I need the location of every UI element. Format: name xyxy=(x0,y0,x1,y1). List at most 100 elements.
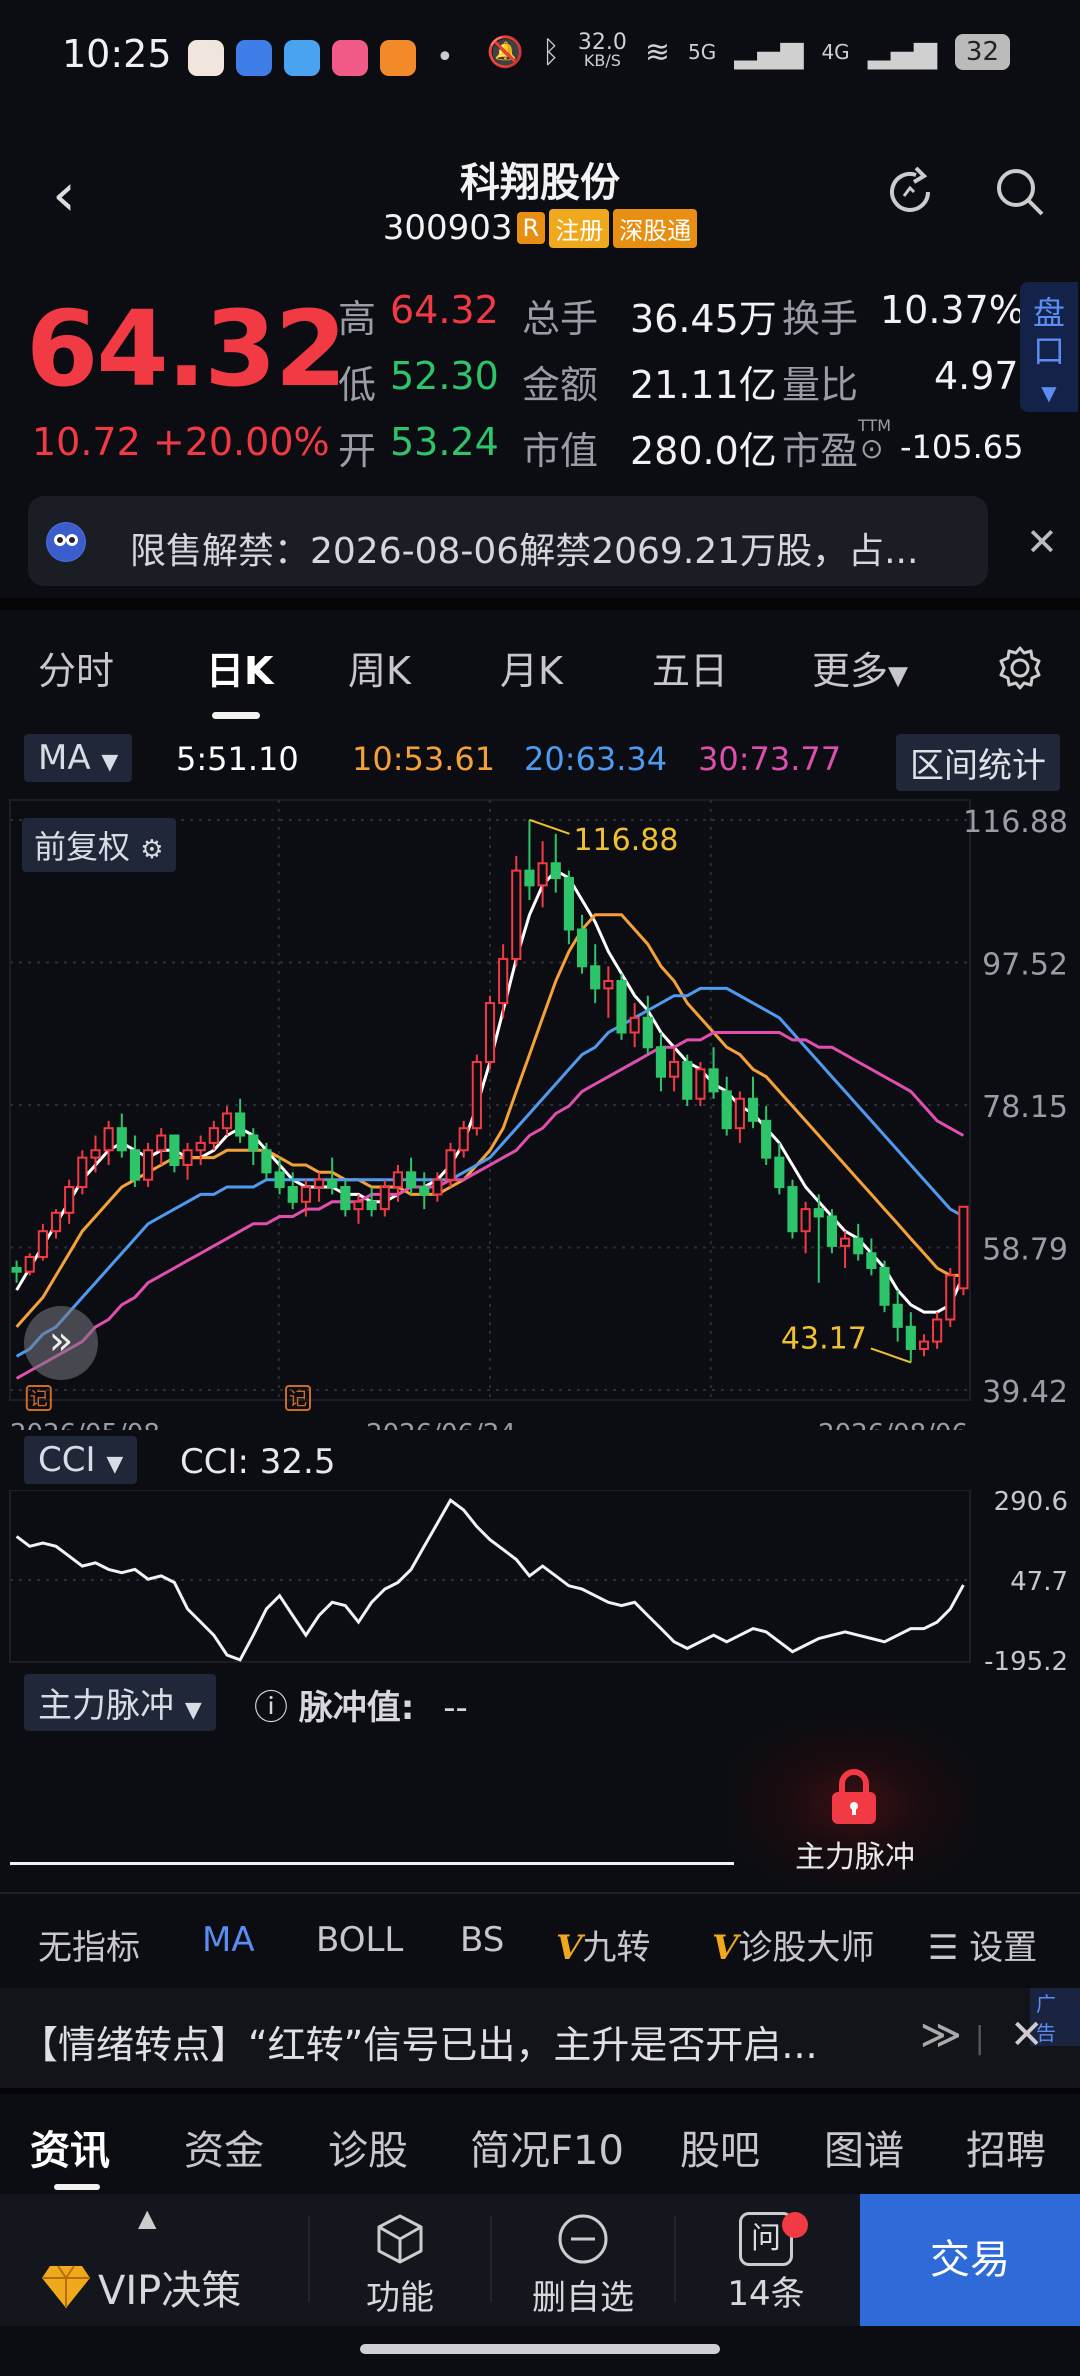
tag-register: 注册 xyxy=(549,208,610,248)
ma-selector[interactable]: MA ▼ xyxy=(24,734,133,782)
mcap-label: 市值 xyxy=(522,429,599,473)
info-icon[interactable]: ⓘ xyxy=(254,1688,288,1728)
range-stats-button[interactable]: 区间统计 xyxy=(896,734,1060,791)
tab-month-k[interactable]: 月K xyxy=(500,640,563,695)
tab-week-k[interactable]: 周K xyxy=(348,640,411,695)
tab-forum[interactable]: 股吧 xyxy=(680,2118,760,2176)
cci-selector[interactable]: CCI ▼ xyxy=(24,1436,138,1484)
x-label-end: 2026/08/06 xyxy=(818,1419,968,1430)
candle xyxy=(37,1223,48,1261)
gear-icon[interactable] xyxy=(996,644,1044,692)
remove-watchlist-button[interactable]: 删自选 xyxy=(528,2212,638,2319)
candle xyxy=(576,914,588,974)
candle xyxy=(629,1003,640,1048)
candle-body xyxy=(143,1149,154,1181)
candle xyxy=(747,1076,759,1129)
volume-ratio-value: 4.97 xyxy=(934,354,1019,398)
ma20-value: 20:63.34 xyxy=(524,740,668,778)
ind-settings[interactable]: ☰ 设置 xyxy=(928,1920,1037,1969)
marker-label: 记 xyxy=(289,1389,307,1410)
candle-body xyxy=(129,1149,141,1181)
ind-bs[interactable]: BS xyxy=(460,1920,504,1960)
candle-body xyxy=(77,1156,88,1189)
candle-body xyxy=(590,965,601,990)
candle-body xyxy=(327,1178,338,1189)
close-icon[interactable]: ✕ xyxy=(1026,520,1058,564)
candle-body xyxy=(156,1134,167,1152)
candle-body xyxy=(576,928,588,968)
candle xyxy=(866,1238,877,1276)
pulse-selector[interactable]: 主力脉冲 ▼ xyxy=(24,1674,216,1731)
ind-jiuzhuan[interactable]: V九转 xyxy=(556,1920,650,1969)
refresh-icon[interactable] xyxy=(880,162,940,222)
tab-diagnose[interactable]: 诊股 xyxy=(328,2118,408,2176)
chevron-up-icon[interactable]: ▲ xyxy=(138,2204,156,2232)
candle xyxy=(879,1260,890,1313)
divider xyxy=(674,2216,676,2302)
ind-none[interactable]: 无指标 xyxy=(38,1920,140,1969)
pe-info-icon[interactable]: ⊙ xyxy=(860,432,883,465)
tab-funds[interactable]: 资金 xyxy=(184,2118,264,2176)
candle-body xyxy=(537,862,548,887)
amount-label: 金额 xyxy=(522,363,599,407)
cci-tick-label: 47.7 xyxy=(1010,1567,1068,1597)
expand-icon[interactable]: » xyxy=(24,1306,98,1380)
candle-body xyxy=(103,1127,114,1152)
tab-f10[interactable]: 简况F10 xyxy=(470,2118,624,2176)
min-label: 43.17 xyxy=(781,1321,867,1356)
tab-news[interactable]: 资讯 xyxy=(30,2118,110,2176)
search-icon[interactable] xyxy=(990,162,1050,222)
marker-label: 记 xyxy=(30,1389,48,1410)
candle xyxy=(853,1223,864,1261)
candle xyxy=(800,1201,811,1254)
ind-ma[interactable]: MA xyxy=(202,1920,255,1960)
vip-button[interactable]: VIP决策 xyxy=(40,2258,241,2316)
candle-body xyxy=(287,1186,298,1203)
candle-body xyxy=(839,1237,851,1247)
pankou-tab[interactable]: 盘口 ▼ xyxy=(1020,282,1078,412)
more-dot-icon: • xyxy=(436,40,454,75)
candle-body xyxy=(379,1186,390,1211)
net-speed: 32.0 KB/S xyxy=(577,30,627,70)
candle-body xyxy=(313,1178,325,1189)
tab-five-day[interactable]: 五日 xyxy=(652,640,728,695)
candle xyxy=(64,1179,75,1224)
settings-list-icon: ☰ xyxy=(928,1928,959,1968)
candle xyxy=(839,1231,851,1268)
candle xyxy=(695,1061,706,1107)
fuquan-selector[interactable]: 前复权 ⚙ xyxy=(22,818,176,872)
tab-day-k[interactable]: 日K xyxy=(206,640,273,695)
banner-more-icon[interactable]: ≫ | xyxy=(920,2012,985,2058)
tab-fenshi[interactable]: 分时 xyxy=(38,640,114,695)
candle xyxy=(169,1134,180,1173)
app-orange-icon xyxy=(380,40,416,76)
tab-graph[interactable]: 图谱 xyxy=(824,2118,904,2176)
candle-body xyxy=(11,1266,22,1273)
candle-body xyxy=(669,1060,680,1078)
ind-zhengu[interactable]: V诊股大师 xyxy=(712,1920,874,1969)
ind-boll[interactable]: BOLL xyxy=(316,1920,403,1960)
candle xyxy=(787,1179,798,1239)
tab-more[interactable]: 更多▼ xyxy=(812,640,908,695)
high-value: 64.32 xyxy=(390,288,499,332)
notice-text[interactable]: 限售解禁：2026-08-06解禁2069.21万股，占... xyxy=(130,522,918,574)
ask-button[interactable]: 问 14条 xyxy=(716,2212,816,2315)
signal-bars-icon-2: ▂▄▆ xyxy=(867,34,937,70)
cci-chart[interactable]: 290.6 47.7 -195.2 xyxy=(0,1490,1080,1670)
banner-text[interactable]: 【情绪转点】“红转”信号已出，主升是否开启... xyxy=(20,2014,818,2069)
close-icon[interactable]: ✕ xyxy=(1010,2012,1044,2058)
max-label: 116.88 xyxy=(573,823,678,858)
kline-chart[interactable]: 116.88 97.52 78.15 58.79 39.42 116.88 43.17 20… xyxy=(0,790,1080,1430)
candle-body xyxy=(392,1171,404,1189)
indicator-tabs xyxy=(0,1892,1080,1982)
turnover-value: 10.37% xyxy=(880,288,1025,332)
candle-body xyxy=(182,1149,193,1166)
candle-body xyxy=(563,876,574,931)
home-indicator[interactable] xyxy=(360,2344,720,2354)
divider xyxy=(490,2216,492,2302)
function-button[interactable]: 功能 xyxy=(360,2212,440,2319)
tab-recruit[interactable]: 招聘 xyxy=(966,2118,1046,2176)
candle-body xyxy=(616,980,627,1034)
candle xyxy=(642,995,653,1055)
trade-button[interactable]: 交易 xyxy=(860,2194,1080,2326)
